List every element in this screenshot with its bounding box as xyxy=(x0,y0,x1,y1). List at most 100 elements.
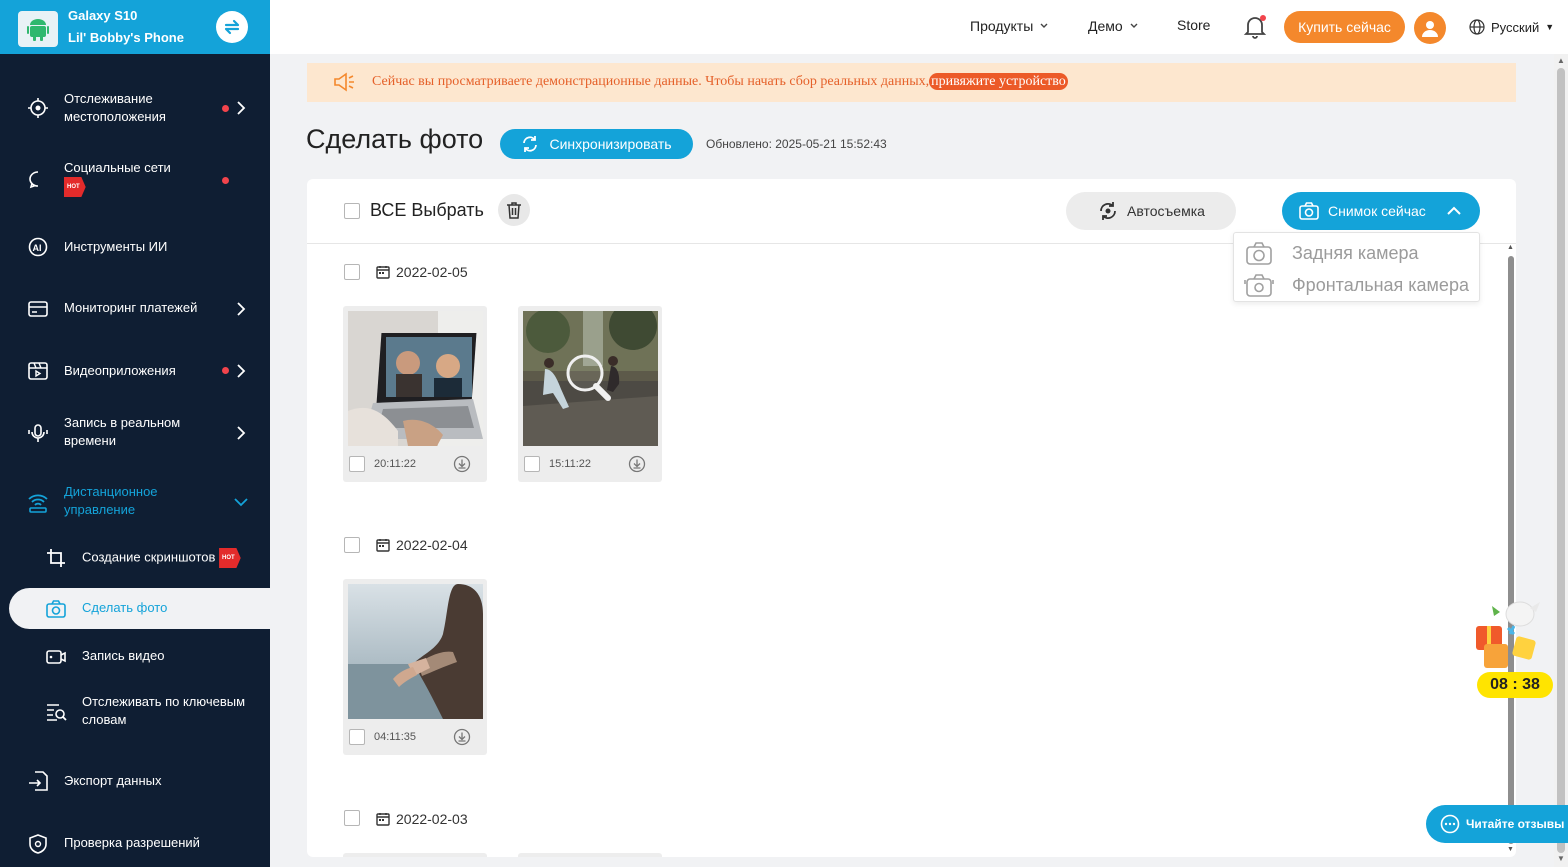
scroll-thumb[interactable] xyxy=(1557,68,1565,853)
photos-scrollbar[interactable]: ▲ ▼ xyxy=(1506,244,1516,856)
demo-menu[interactable]: Демо xyxy=(1088,18,1139,34)
android-icon xyxy=(18,11,58,47)
store-link[interactable]: Store xyxy=(1177,17,1210,33)
auto-capture-button[interactable]: Автосъемка xyxy=(1066,192,1236,230)
chat-icon xyxy=(26,168,50,192)
sidebar-item-location[interactable]: Отслеживание местоположения xyxy=(0,90,270,126)
sidebar-subitem-record-video[interactable]: Запись видео xyxy=(0,647,270,667)
calendar-icon xyxy=(376,539,390,552)
promo-countdown[interactable]: 08 : 38 xyxy=(1477,672,1553,698)
sidebar-item-label: Дистанционное управление xyxy=(64,484,158,517)
sidebar-item-ai[interactable]: AI Инструменты ИИ xyxy=(0,236,270,258)
products-label: Продукты xyxy=(970,18,1034,34)
date-group-header: 2022-02-04 xyxy=(376,537,468,553)
scroll-down-arrow-icon[interactable]: ▼ xyxy=(1507,846,1514,853)
group-checkbox[interactable] xyxy=(344,537,360,553)
sync-button[interactable]: Синхронизировать xyxy=(500,129,693,159)
photo-item[interactable]: 04:11:35 xyxy=(343,579,487,755)
page-scrollbar[interactable]: ▲ ▼ xyxy=(1554,54,1568,867)
language-selector[interactable]: Русский ▼ xyxy=(1469,19,1554,35)
photo-thumbnail[interactable] xyxy=(348,584,483,719)
sidebar-subitem-take-photo[interactable]: Сделать фото xyxy=(0,599,270,619)
buy-now-button[interactable]: Купить сейчас xyxy=(1284,11,1405,43)
download-icon[interactable] xyxy=(453,455,471,473)
camera-icon xyxy=(44,597,68,621)
photo-checkbox[interactable] xyxy=(524,456,540,472)
hot-badge: HOT xyxy=(64,177,86,197)
sidebar-subitem-screenshots[interactable]: Создание скриншотов HOT xyxy=(0,548,270,568)
select-all-label[interactable]: ВСЕ Выбрать xyxy=(370,200,484,221)
sidebar-item-label: Запись видео xyxy=(82,648,165,663)
camera-icon xyxy=(1299,202,1319,220)
keyword-search-icon xyxy=(44,700,68,724)
notification-bell-icon[interactable] xyxy=(1243,14,1267,45)
sidebar-item-label: Видеоприложения xyxy=(64,363,176,378)
chevron-right-icon xyxy=(237,101,246,115)
sidebar-item-video-apps[interactable]: Видеоприложения xyxy=(0,360,270,382)
sidebar-item-payments[interactable]: Мониторинг платежей xyxy=(0,290,270,326)
scroll-up-arrow-icon[interactable]: ▲ xyxy=(1557,56,1565,65)
sidebar-item-permissions[interactable]: Проверка разрешений xyxy=(0,825,270,861)
hot-badge: HOT xyxy=(219,548,241,568)
camera-icon xyxy=(1246,242,1272,265)
sidebar-item-realtime[interactable]: Запись в реальном времени xyxy=(0,414,270,450)
sidebar-item-label: Запись в реальном времени xyxy=(64,415,181,448)
chat-bubble-icon xyxy=(1440,814,1460,834)
device-header[interactable]: Galaxy S10 Lil' Bobby's Phone xyxy=(0,0,270,54)
sidebar-item-label: Экспорт данных xyxy=(64,773,162,788)
new-dot xyxy=(222,105,229,112)
sidebar-item-label: Отслеживать по ключевым словам xyxy=(82,694,246,727)
rear-camera-option[interactable]: Задняя камера xyxy=(1244,240,1419,266)
new-dot xyxy=(222,177,229,184)
photo-checkbox[interactable] xyxy=(349,729,365,745)
photo-item-partial[interactable] xyxy=(518,853,662,857)
photo-time: 20:11:22 xyxy=(374,458,417,470)
bind-device-link[interactable]: привяжите устройство xyxy=(929,73,1068,90)
sidebar-item-social[interactable]: Социальные сети HOT xyxy=(0,158,270,198)
svg-text:AI: AI xyxy=(33,243,42,253)
demo-notice-banner: Сейчас вы просматриваете демонстрационны… xyxy=(307,63,1516,102)
download-icon[interactable] xyxy=(628,455,646,473)
group-checkbox[interactable] xyxy=(344,264,360,280)
sidebar-item-remote-control[interactable]: Дистанционное управление xyxy=(0,483,270,519)
group-checkbox[interactable] xyxy=(344,810,360,826)
chevron-down-icon xyxy=(1040,23,1048,28)
promo-gift-widget[interactable] xyxy=(1470,598,1554,672)
scroll-up-arrow-icon[interactable]: ▲ xyxy=(1507,244,1514,251)
chevron-down-icon xyxy=(1130,23,1138,28)
delete-button[interactable] xyxy=(498,194,530,226)
scroll-down-arrow-icon[interactable]: ▼ xyxy=(1557,854,1565,863)
download-icon[interactable] xyxy=(453,728,471,746)
export-icon xyxy=(26,769,50,793)
sidebar-item-label: Инструменты ИИ xyxy=(64,239,168,254)
auto-capture-icon xyxy=(1100,202,1116,220)
sidebar-item-label: Мониторинг платежей xyxy=(64,300,198,315)
photo-thumbnail[interactable] xyxy=(523,311,658,446)
snap-now-label: Снимок сейчас xyxy=(1328,203,1426,219)
sidebar-item-label: Сделать фото xyxy=(82,600,168,615)
select-all-checkbox[interactable] xyxy=(344,203,360,219)
scroll-thumb[interactable] xyxy=(1508,256,1514,844)
date-group-header: 2022-02-05 xyxy=(376,264,468,280)
photo-item[interactable]: 15:11:22 xyxy=(518,306,662,482)
camera-dropdown-menu: Задняя камера Фронтальная камера xyxy=(1233,232,1480,302)
products-menu[interactable]: Продукты xyxy=(970,18,1049,34)
photo-checkbox[interactable] xyxy=(349,456,365,472)
calendar-icon xyxy=(376,266,390,279)
device-model: Galaxy S10 xyxy=(68,8,138,23)
photo-thumbnail[interactable] xyxy=(348,311,483,446)
crop-icon xyxy=(44,546,68,570)
photo-item-partial[interactable] xyxy=(343,853,487,857)
auto-capture-label: Автосъемка xyxy=(1127,203,1205,219)
group-date: 2022-02-04 xyxy=(396,537,468,553)
calendar-icon xyxy=(376,813,390,826)
switch-device-icon[interactable] xyxy=(216,11,248,43)
user-avatar-icon[interactable] xyxy=(1414,12,1446,44)
sidebar-item-export[interactable]: Экспорт данных xyxy=(0,770,270,792)
read-reviews-button[interactable]: Читайте отзывы xyxy=(1426,805,1568,843)
snap-now-button[interactable]: Снимок сейчас xyxy=(1282,192,1480,230)
sidebar-item-label: Создание скриншотов xyxy=(82,549,216,565)
front-camera-option[interactable]: Фронтальная камера xyxy=(1244,272,1469,298)
sidebar-subitem-keywords[interactable]: Отслеживать по ключевым словам xyxy=(0,693,270,729)
photo-item[interactable]: 20:11:22 xyxy=(343,306,487,482)
